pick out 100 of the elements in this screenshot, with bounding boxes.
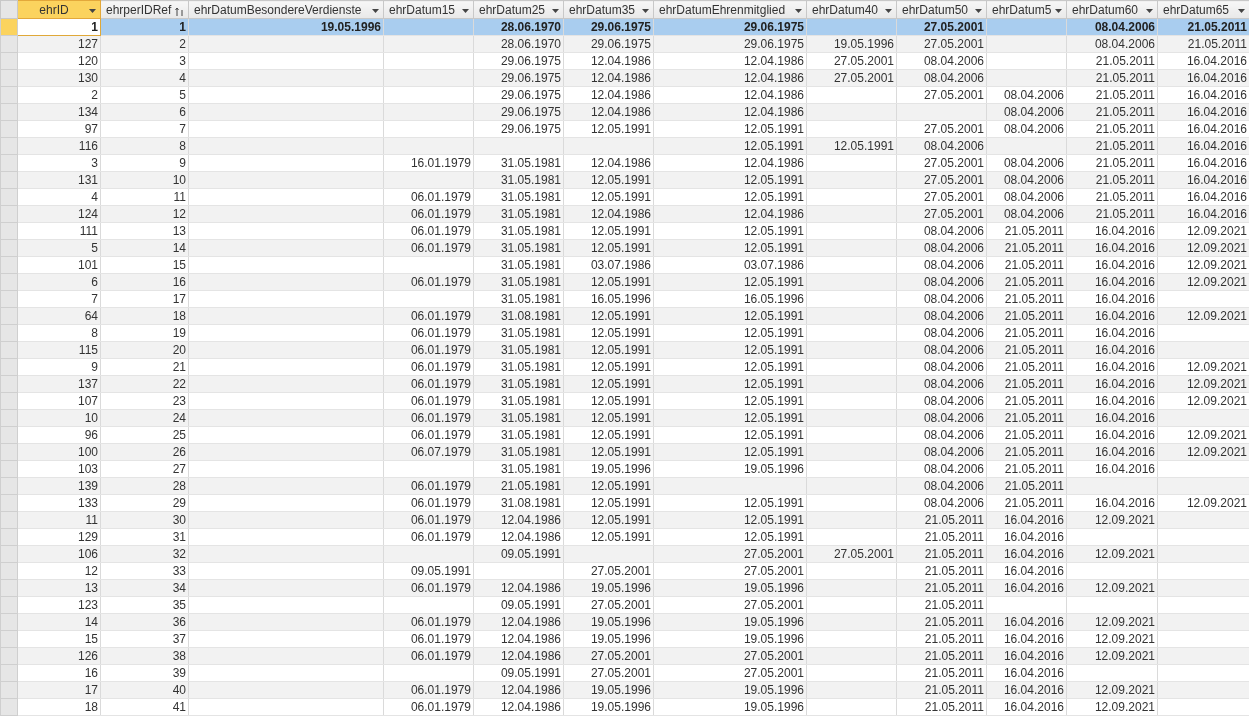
table-cell: 08.04.2006 (923, 496, 984, 510)
table-cell: 15 (172, 258, 186, 272)
dropdown-arrow-icon (795, 8, 802, 13)
column-header[interactable]: ehrDatum60 (1066, 0, 1158, 19)
table-cell: 12.04.1986 (743, 71, 804, 85)
column-header[interactable]: ehrDatum25 (473, 0, 564, 19)
table-cell: 06.01.1979 (410, 496, 471, 510)
table-cell: 27.05.2001 (743, 649, 804, 663)
table-cell: 12.05.1991 (590, 411, 651, 425)
table-cell: 21.05.2011 (924, 632, 984, 646)
table-cell: 21.05.2011 (924, 581, 984, 595)
table-cell: 12.05.1991 (590, 530, 651, 544)
table-cell: 7 (179, 122, 186, 136)
table-cell: 12.04.1986 (743, 105, 804, 119)
table-cell: 20 (172, 343, 186, 357)
table-cell: 12.05.1991 (743, 394, 804, 408)
table-cell: 06.01.1979 (410, 479, 471, 493)
table-cell: 17 (84, 683, 98, 697)
table-cell: 08.04.2006 (1094, 37, 1155, 51)
table-cell: 06.01.1979 (410, 632, 471, 646)
table-cell: 12.09.2021 (1186, 377, 1247, 391)
table-cell: 21.05.2011 (1095, 207, 1155, 221)
table-cell: 08.04.2006 (923, 462, 984, 476)
table-cell: 64 (84, 309, 98, 323)
table-cell: 16.04.2016 (1003, 615, 1064, 629)
table-cell: 29.06.1975 (743, 37, 804, 51)
table-cell: 29 (172, 496, 186, 510)
table-cell: 15 (84, 632, 98, 646)
table-cell: 21.05.2011 (1095, 190, 1155, 204)
table-cell: 06.01.1979 (410, 309, 471, 323)
table-cell: 9 (91, 360, 98, 374)
table-cell: 31.05.1981 (500, 360, 561, 374)
column-header[interactable]: ehrDatum50 (896, 0, 987, 19)
column-header[interactable]: ehrDatumEhrenmitglied (653, 0, 807, 19)
table-cell: 130 (77, 71, 98, 85)
table-cell: 16.04.2016 (1186, 190, 1247, 204)
table-cell: 21.05.2011 (1004, 428, 1064, 442)
table-cell: 21.05.2011 (1095, 88, 1155, 102)
column-header[interactable]: ehrDatum40 (806, 0, 897, 19)
table-cell: 101 (77, 258, 98, 272)
table-cell: 12.04.1986 (743, 156, 804, 170)
table-cell: 27.05.2001 (923, 88, 984, 102)
table-cell: 129 (77, 530, 98, 544)
table-cell: 19 (172, 326, 186, 340)
column-header[interactable]: ehrDatum15 (383, 0, 474, 19)
column-header[interactable]: ehrperIDRef (100, 0, 189, 19)
table-cell: 16 (172, 275, 186, 289)
select-all-corner[interactable] (0, 0, 18, 19)
table-cell: 19.05.1996 (590, 700, 651, 714)
table-cell: 06.01.1979 (410, 275, 471, 289)
column-header[interactable]: ehrDatum65 (1157, 0, 1249, 19)
table-cell: 06.01.1979 (410, 241, 471, 255)
column-header[interactable]: ehrDatum35 (563, 0, 654, 19)
table-cell: 12.05.1991 (833, 139, 894, 153)
table-cell: 09.05.1991 (500, 547, 561, 561)
dropdown-arrow-icon (462, 8, 469, 13)
table-cell: 27.05.2001 (923, 207, 984, 221)
table-cell: 12.09.2021 (1094, 700, 1155, 714)
table-cell: 14 (84, 615, 98, 629)
table-cell: 08.04.2006 (923, 309, 984, 323)
column-header[interactable]: ehrDatumBesondereVerdienste (188, 0, 384, 19)
table-cell: 27.05.2001 (590, 666, 651, 680)
table-cell: 12.05.1991 (743, 445, 804, 459)
table-cell: 31.05.1981 (500, 190, 561, 204)
table-cell: 1 (91, 20, 98, 34)
table-cell: 107 (77, 394, 98, 408)
table-cell: 16.04.2016 (1186, 122, 1247, 136)
table-cell: 16.04.2016 (1003, 581, 1064, 595)
table-cell: 21.05.2011 (924, 547, 984, 561)
table-cell: 116 (78, 139, 98, 153)
table-cell: 12.09.2021 (1094, 581, 1155, 595)
table-cell: 31 (172, 530, 186, 544)
table-cell: 21.05.2011 (924, 649, 984, 663)
table-cell: 31.05.1981 (500, 462, 561, 476)
table-cell: 103 (77, 462, 98, 476)
table-cell: 40 (172, 683, 186, 697)
column-header[interactable]: ehrDatum5 (986, 0, 1067, 19)
table-cell: 12.05.1991 (590, 428, 651, 442)
table-cell: 06.01.1979 (410, 207, 471, 221)
table-cell: 06.01.1979 (410, 394, 471, 408)
table-cell: 19.05.1996 (590, 615, 651, 629)
table-cell: 23 (172, 394, 186, 408)
table-cell: 31.05.1981 (500, 156, 561, 170)
table-cell: 25 (172, 428, 186, 442)
table-cell: 06.01.1979 (410, 326, 471, 340)
table-cell: 16.04.2016 (1094, 462, 1155, 476)
table-cell: 08.04.2006 (1094, 20, 1155, 34)
table-cell: 133 (77, 496, 98, 510)
table-cell: 31.05.1981 (500, 377, 561, 391)
table-cell: 16.04.2016 (1094, 411, 1155, 425)
table-cell: 12.05.1991 (743, 190, 804, 204)
table-cell: 12.09.2021 (1186, 360, 1247, 374)
table-cell: 27.05.2001 (833, 54, 894, 68)
table-cell: 29.06.1975 (500, 54, 561, 68)
table-cell: 33 (172, 564, 186, 578)
table-cell: 16.04.2016 (1186, 105, 1247, 119)
table-cell: 21.05.2011 (1004, 445, 1064, 459)
table-cell: 134 (77, 105, 98, 119)
column-header[interactable]: ehrID (17, 0, 101, 19)
table-cell: 27.05.2001 (923, 156, 984, 170)
